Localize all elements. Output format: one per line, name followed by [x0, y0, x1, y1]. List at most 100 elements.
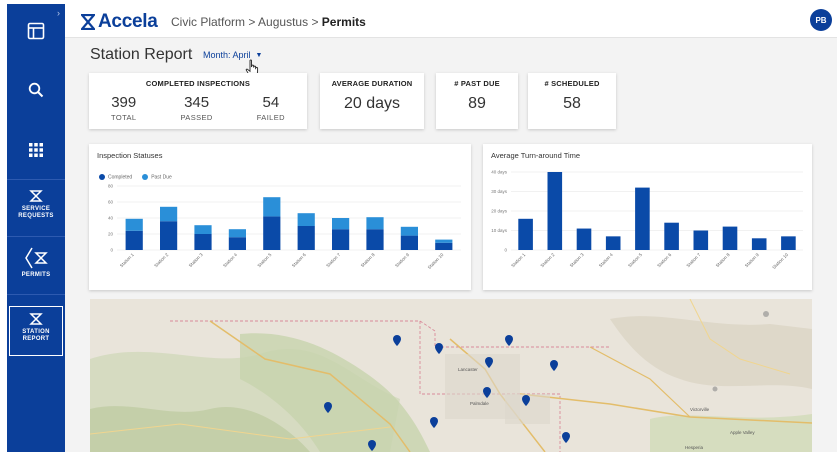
bar-completed[interactable]	[400, 235, 418, 250]
apps-button[interactable]	[7, 142, 65, 158]
bar-turnaround[interactable]	[547, 172, 563, 250]
x-tick-label: Station 10	[771, 252, 789, 270]
x-tick-label: Station 5	[256, 252, 272, 268]
x-tick-label: Station 4	[598, 252, 614, 268]
stat-label: TOTAL	[110, 113, 137, 122]
map-canvas[interactable]: Lancaster Palmdale Victorville Apple Val…	[90, 299, 812, 452]
x-tick-label: Station 6	[656, 252, 672, 268]
sidebar-item-permits[interactable]: PERMITS	[7, 247, 65, 279]
bar-past-due[interactable]	[160, 206, 178, 222]
bar-turnaround[interactable]	[722, 226, 738, 250]
stat-value: 54	[262, 94, 280, 111]
bar-turnaround[interactable]	[635, 187, 650, 250]
y-tick-label: 60	[108, 200, 114, 205]
bar-past-due[interactable]	[125, 218, 143, 231]
bar-past-due[interactable]	[400, 226, 418, 236]
turnaround-time-card: Average Turn-around Time 0 10 days 20 days…	[483, 144, 812, 290]
map-label: Hesperia	[685, 445, 704, 450]
bar-past-due[interactable]	[435, 239, 453, 243]
bar-completed[interactable]	[435, 242, 453, 250]
layout-icon	[27, 22, 45, 40]
y-tick-label: 20	[108, 232, 114, 237]
station-report-icon	[29, 313, 43, 325]
bar-past-due[interactable]	[332, 218, 350, 230]
bar-turnaround[interactable]	[664, 222, 679, 250]
stat-value: 399	[111, 94, 137, 111]
sidebar-divider	[7, 236, 65, 237]
bar-completed[interactable]	[366, 229, 384, 250]
main-content: Station Report Month: April ▼ COMPLETED …	[65, 38, 837, 452]
caret-down-icon: ▼	[255, 51, 263, 59]
sidebar-item-station-report[interactable]: STATION REPORT	[9, 306, 63, 356]
bar-turnaround[interactable]	[518, 218, 533, 250]
bar-completed[interactable]	[297, 226, 315, 250]
average-duration-card: AVERAGE DURATION 20 days	[320, 73, 424, 129]
card-title: # PAST DUE	[454, 79, 500, 88]
search-button[interactable]	[7, 82, 65, 98]
x-tick-label: Station 9	[394, 252, 410, 268]
card-title: # SCHEDULED	[544, 79, 600, 88]
x-tick-label: Station 9	[744, 252, 760, 268]
bar-turnaround[interactable]	[693, 230, 709, 251]
bar-completed[interactable]	[332, 229, 350, 250]
station-map[interactable]: Lancaster Palmdale Victorville Apple Val…	[90, 299, 812, 452]
user-avatar[interactable]: PB	[810, 9, 832, 31]
stat-failed: 54 FAILED	[257, 94, 285, 122]
breadcrumb-item[interactable]: Civic Platform	[171, 15, 245, 29]
service-requests-icon	[29, 190, 43, 202]
sidebar-item-label: STATION REPORT	[22, 329, 50, 342]
x-tick-label: Station 6	[291, 252, 307, 268]
bar-turnaround[interactable]	[781, 236, 796, 250]
sidebar-divider	[7, 294, 65, 295]
bar-completed[interactable]	[160, 221, 178, 250]
bar-past-due[interactable]	[228, 229, 246, 238]
bar-completed[interactable]	[228, 237, 246, 250]
expand-chevron-icon[interactable]: ›	[57, 8, 60, 18]
accela-mark-icon	[81, 14, 95, 30]
breadcrumb-item[interactable]: Augustus	[258, 15, 308, 29]
bar-completed[interactable]	[194, 234, 212, 250]
page-title: Station Report	[90, 46, 193, 63]
permits-icon	[33, 252, 48, 264]
brand-name: Accela	[98, 11, 158, 32]
bar-past-due[interactable]	[263, 197, 281, 217]
bar-turnaround[interactable]	[751, 238, 767, 250]
y-tick-label: 80	[108, 184, 114, 189]
x-tick-label: Station 7	[325, 252, 341, 268]
x-tick-label: Station 4	[222, 252, 238, 268]
bar-completed[interactable]	[125, 230, 143, 250]
x-tick-label: Station 2	[153, 252, 169, 268]
month-dropdown-label: Month: April	[203, 50, 251, 60]
sidebar: › SERVICE REQUESTS PERMITS STATION REPOR…	[7, 4, 65, 452]
map-label: Apple Valley	[730, 430, 755, 435]
y-tick-label: 20 days	[491, 209, 508, 214]
y-tick-label: 30 days	[491, 189, 508, 194]
accela-logo[interactable]: Accela	[81, 11, 158, 33]
inspection-statuses-chart: 0 20 40 60 80 Station 1 Station 2 Station 3 Stat…	[108, 184, 461, 270]
stat-total: 399 TOTAL	[111, 94, 136, 122]
layout-toggle-button[interactable]	[7, 22, 65, 40]
breadcrumb-separator: >	[311, 15, 319, 29]
bar-turnaround[interactable]	[576, 228, 592, 250]
past-due-card: # PAST DUE 89	[436, 73, 518, 129]
breadcrumb-current: Permits	[321, 15, 366, 29]
bar-past-due[interactable]	[297, 213, 315, 226]
x-tick-label: Station 5	[627, 252, 643, 268]
bar-past-due[interactable]	[366, 217, 384, 230]
sidebar-item-service-requests[interactable]: SERVICE REQUESTS	[7, 189, 65, 220]
bar-past-due[interactable]	[194, 225, 212, 234]
x-tick-label: Station 8	[360, 252, 376, 268]
stat-value: 58	[563, 95, 581, 112]
inspection-statuses-card: Inspection Statuses Completed Past Due 0…	[89, 144, 471, 290]
bar-turnaround[interactable]	[605, 236, 621, 250]
breadcrumb: Civic Platform > Augustus > Permits	[171, 15, 366, 29]
turnaround-time-chart: 0 10 days 20 days 30 days 40 days Station 1 St…	[491, 170, 803, 270]
top-header: Accela Civic Platform > Augustus > Permi…	[65, 4, 837, 38]
x-tick-label: Station 3	[188, 252, 204, 268]
x-tick-label: Station 3	[569, 252, 585, 268]
bar-completed[interactable]	[263, 216, 281, 250]
card-title: AVERAGE DURATION	[331, 79, 413, 88]
y-tick-label: 40 days	[491, 170, 508, 175]
sidebar-divider	[7, 179, 65, 180]
y-tick-label: 0	[110, 248, 113, 253]
